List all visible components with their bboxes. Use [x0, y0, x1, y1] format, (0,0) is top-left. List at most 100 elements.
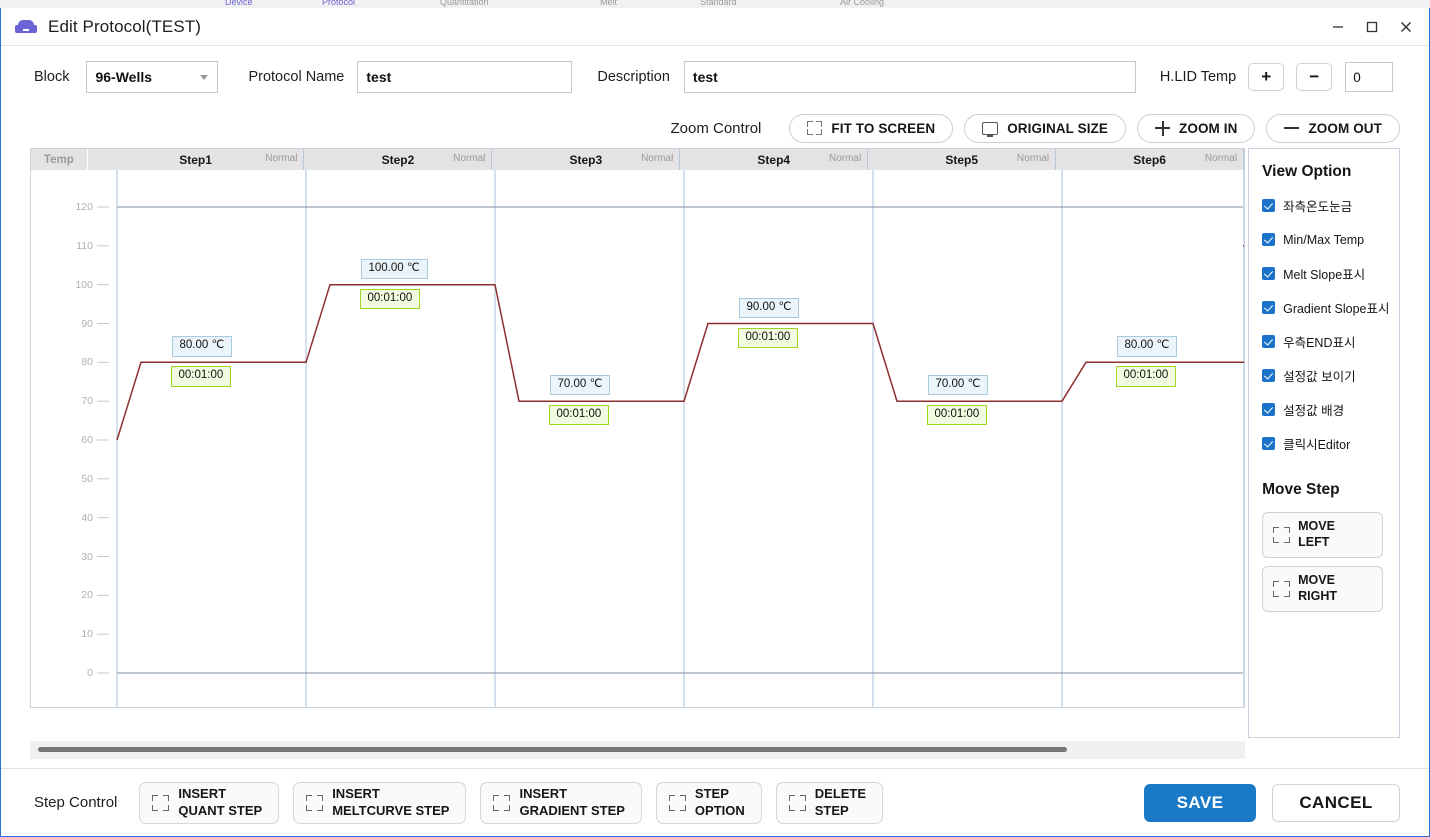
checkbox-checked-icon[interactable] — [1262, 301, 1276, 314]
insert-quant-step-label: INSERT QUANT STEP — [178, 785, 263, 818]
y-axis-tick-label: 80 — [81, 356, 93, 369]
protocol-name-input[interactable]: test — [357, 61, 573, 93]
move-left-button[interactable]: MOVE LEFT — [1262, 512, 1384, 558]
temperature-profile-line — [116, 245, 1245, 441]
checkbox-checked-icon[interactable] — [1262, 199, 1276, 212]
step-temp-badge[interactable]: 100.00 ℃ — [360, 258, 428, 279]
step-control-bar: Step Control INSERT QUANT STEP INSERT ME… — [1, 768, 1429, 836]
checkbox-checked-icon[interactable] — [1262, 233, 1276, 246]
page-title: Edit Protocol(TEST) — [48, 16, 202, 36]
description-input[interactable]: test — [683, 61, 1136, 93]
chart-horizontal-scrollbar[interactable] — [30, 741, 1245, 759]
checkbox-checked-icon[interactable] — [1262, 369, 1276, 382]
view-option-list: 좌측온도눈금 Min/Max Temp Melt Slope표시 Gradient S… — [1262, 196, 1399, 453]
view-option-label: Gradient Slope표시 — [1283, 302, 1390, 316]
step-header-5[interactable]: Step5 Normal — [868, 149, 1057, 170]
y-axis-tick-label: 120 — [75, 201, 93, 213]
step-time-badge[interactable]: 00:01:00 — [359, 288, 421, 309]
step-name: Step1 — [179, 152, 212, 167]
step-option-label: STEP OPTION — [694, 785, 745, 818]
save-button[interactable]: SAVE — [1144, 783, 1256, 822]
step-mode: Normal — [453, 153, 486, 164]
step-temp-badge[interactable]: 70.00 ℃ — [927, 375, 989, 396]
step-name: Step3 — [569, 152, 603, 167]
temperature-profile-plot[interactable]: 120 110 100 90 80 70 60 50 40 30 20 10 0 80.00 ℃ 00:01… — [31, 170, 1245, 707]
hlid-increment-button[interactable]: + — [1248, 63, 1285, 91]
step-header-1[interactable]: Step1 Normal — [87, 149, 305, 170]
y-axis-tick-label: 100 — [75, 278, 93, 291]
step-header-4[interactable]: Step4 Normal — [680, 149, 869, 170]
minimize-icon[interactable] — [1321, 10, 1355, 44]
protocol-name-label: Protocol Name — [248, 69, 345, 85]
view-option-item-6[interactable]: 설정값 배경 — [1262, 400, 1399, 419]
view-option-label: 클릭시Editor — [1283, 438, 1351, 452]
plus-icon — [1155, 120, 1170, 136]
step-time-badge[interactable]: 00:01:00 — [170, 366, 232, 387]
move-right-button[interactable]: MOVE RIGHT — [1262, 566, 1384, 612]
zoom-control-label: Zoom Control — [670, 119, 762, 137]
step-temp-badge[interactable]: 80.00 ℃ — [1116, 336, 1178, 357]
step-time-badge[interactable]: 00:01:00 — [926, 405, 988, 426]
checkbox-checked-icon[interactable] — [1262, 335, 1276, 348]
y-axis-tick-label: 0 — [87, 667, 93, 679]
zoom-in-button[interactable]: ZOOM IN — [1137, 113, 1256, 143]
insert-gradient-step-button[interactable]: INSERT GRADIENT STEP — [480, 781, 642, 824]
close-icon[interactable] — [1389, 10, 1423, 44]
view-option-item-0[interactable]: 좌측온도눈금 — [1262, 196, 1399, 215]
view-option-item-2[interactable]: Melt Slope표시 — [1262, 264, 1399, 283]
arrows-icon — [493, 794, 511, 811]
protocol-chart-panel[interactable]: Temp Step1 Normal Step2 Normal Step3 Normal St… — [30, 148, 1246, 708]
title-bar: Edit Protocol(TEST) — [1, 8, 1429, 46]
bg-fragment-0: Device — [225, 0, 253, 7]
checkbox-checked-icon[interactable] — [1262, 267, 1276, 280]
block-select[interactable]: 96-Wells — [86, 61, 219, 93]
delete-step-button[interactable]: DELETE STEP — [775, 781, 884, 824]
dialog-window: Edit Protocol(TEST) Block 96-Wells Proto — [0, 8, 1430, 837]
zoom-control-row: Zoom Control FIT TO SCREEN ORIGINAL SIZE… — [1, 108, 1429, 148]
view-option-item-3[interactable]: Gradient Slope표시 — [1262, 298, 1399, 317]
view-option-item-7[interactable]: 클릭시Editor — [1262, 434, 1399, 453]
monitor-icon — [982, 121, 999, 137]
main-content: Temp Step1 Normal Step2 Normal Step3 Normal St… — [30, 148, 1400, 738]
step-header-row: Temp Step1 Normal Step2 Normal Step3 Normal St… — [31, 149, 1245, 170]
step-time-badge[interactable]: 00:01:00 — [1115, 366, 1177, 387]
move-left-label: MOVE LEFT — [1298, 519, 1335, 549]
step-temp-badge[interactable]: 80.00 ℃ — [171, 336, 233, 357]
hlid-decrement-button[interactable]: − — [1296, 63, 1333, 91]
cancel-button[interactable]: CANCEL — [1272, 783, 1400, 822]
checkbox-checked-icon[interactable] — [1262, 403, 1276, 416]
step-time-badge[interactable]: 00:01:00 — [737, 327, 799, 348]
original-size-button[interactable]: ORIGINAL SIZE — [964, 113, 1126, 143]
insert-quant-step-button[interactable]: INSERT QUANT STEP — [139, 781, 280, 824]
y-axis-tick-label: 90 — [81, 317, 93, 330]
fit-to-screen-button[interactable]: FIT TO SCREEN — [789, 113, 954, 143]
step-name: Step6 — [1133, 152, 1166, 167]
y-axis-tick-label: 10 — [81, 628, 93, 641]
thermal-cycler-icon — [15, 17, 37, 37]
step-header-6[interactable]: Step6 Normal — [1056, 149, 1245, 170]
delete-step-label: DELETE STEP — [814, 785, 867, 818]
step-temp-badge[interactable]: 90.00 ℃ — [738, 297, 800, 318]
checkbox-checked-icon[interactable] — [1262, 437, 1276, 450]
arrows-icon — [788, 794, 806, 811]
step-temp-badge[interactable]: 70.00 ℃ — [549, 375, 611, 396]
step-option-button[interactable]: STEP OPTION — [655, 781, 762, 824]
hlid-temp-input[interactable]: 0 — [1345, 62, 1394, 92]
step-header-2[interactable]: Step2 Normal — [304, 149, 493, 170]
y-axis-tick-label: 30 — [81, 550, 93, 563]
view-option-item-5[interactable]: 설정값 보이기 — [1262, 366, 1399, 385]
zoom-out-button[interactable]: ZOOM OUT — [1266, 113, 1400, 143]
view-option-item-1[interactable]: Min/Max Temp — [1262, 230, 1399, 249]
insert-meltcurve-step-label: INSERT MELTCURVE STEP — [332, 785, 450, 818]
view-option-label: Min/Max Temp — [1283, 232, 1365, 247]
step-time-badge[interactable]: 00:01:00 — [548, 405, 610, 426]
step-name: Step2 — [381, 152, 415, 167]
temp-column-header: Temp — [31, 149, 88, 170]
step-header-3[interactable]: Step3 Normal — [492, 149, 681, 170]
scrollbar-thumb[interactable] — [38, 747, 1067, 752]
view-option-item-4[interactable]: 우측END표시 — [1262, 332, 1399, 351]
insert-meltcurve-step-button[interactable]: INSERT MELTCURVE STEP — [293, 781, 467, 824]
window-controls — [1321, 8, 1423, 46]
view-option-title: View Option — [1262, 163, 1352, 180]
maximize-icon[interactable] — [1355, 10, 1389, 44]
